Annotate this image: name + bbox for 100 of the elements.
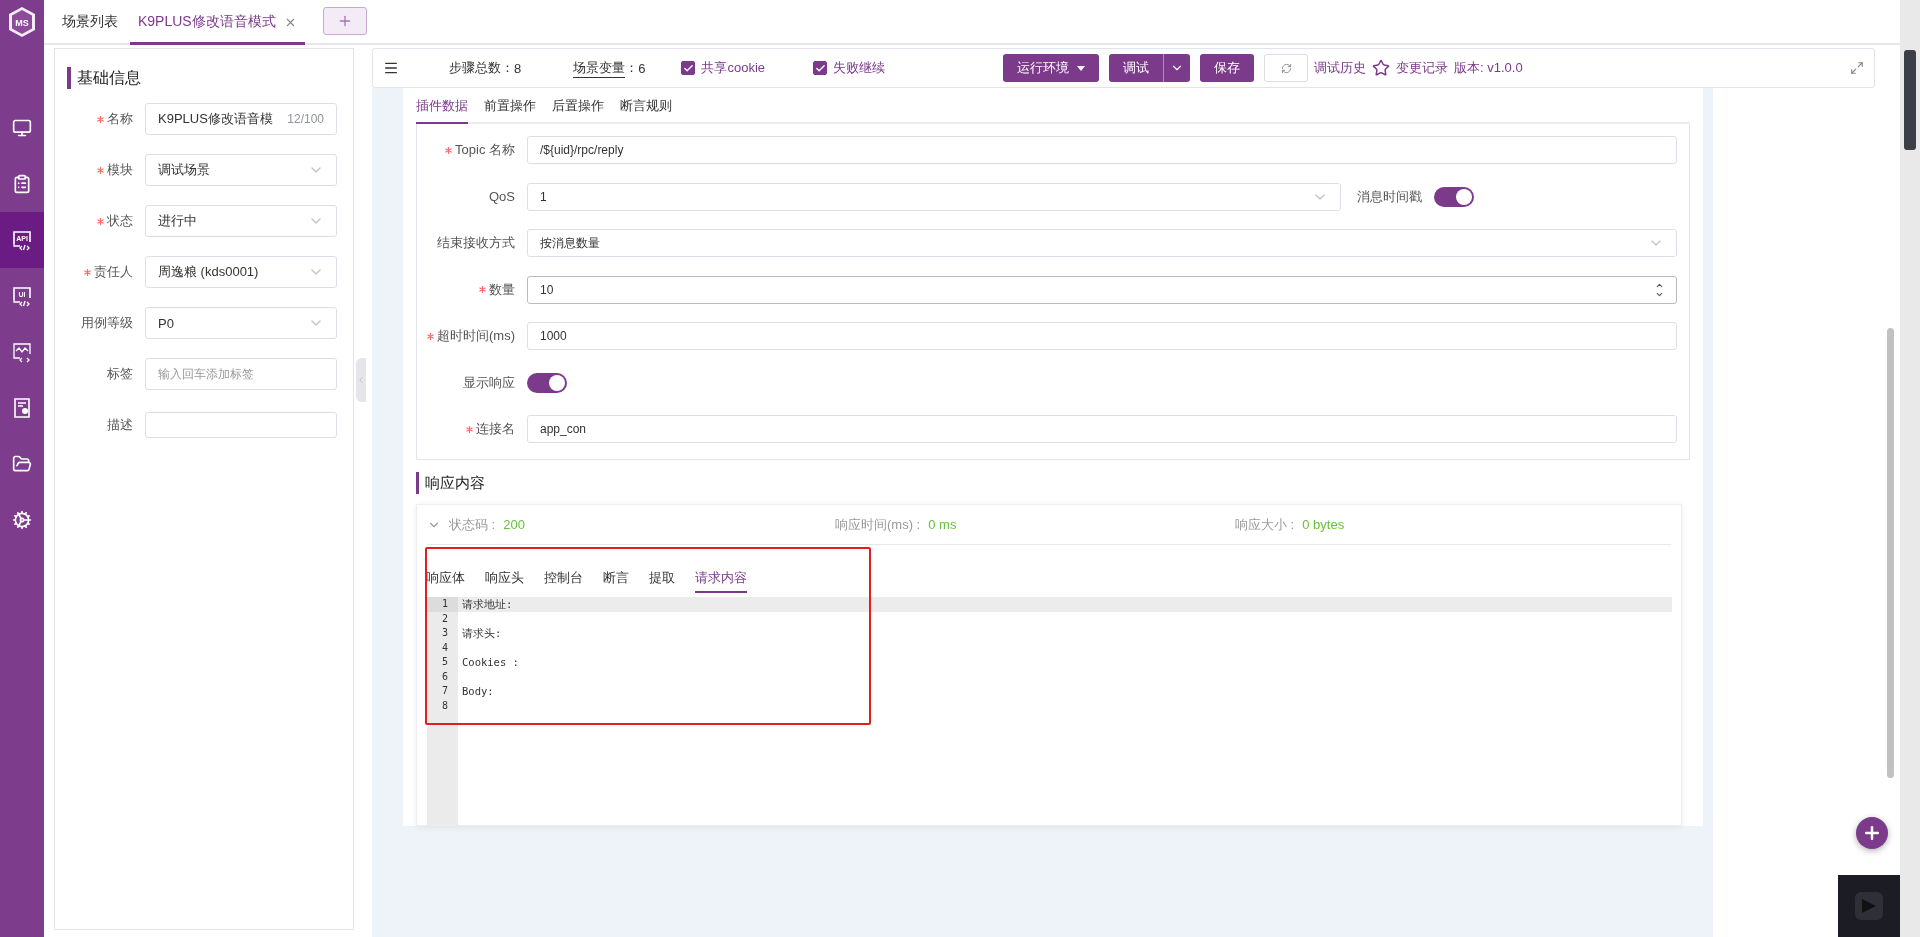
changelog-link[interactable]: 变更记录 [1396,59,1449,77]
select-field[interactable]: 1 [527,182,1341,211]
option-checkbox[interactable]: 共享cookie [681,59,766,77]
field-label: 结束接收方式 [437,234,515,252]
variables-count: 6 [638,60,646,76]
input-field[interactable]: 1000 [527,322,1677,350]
number-field[interactable]: 10 [527,275,1677,304]
line-number: 2 [440,611,449,626]
select-field[interactable]: P0 [145,307,337,339]
response-tab[interactable]: 请求内容 [695,569,747,593]
plugin-tab[interactable]: 后置操作 [552,97,604,124]
response-tab[interactable]: 响应体 [426,569,465,593]
field-label: 名称 [107,110,133,128]
environment-button[interactable]: 运行环境 [1003,54,1100,82]
field-label: 标签 [107,365,133,383]
check-icon [682,62,694,74]
logo-icon: MS [7,6,37,38]
select-field[interactable]: 调试场景 [145,154,337,186]
page-tab[interactable]: K9PLUS修改语音模式 [130,2,305,45]
select-field[interactable]: 按消息数量 [527,229,1677,257]
toggle-switch[interactable] [1434,186,1474,207]
field-label: 消息时间戳 [1357,187,1422,206]
settings-icon[interactable] [12,510,32,530]
select-field[interactable]: 周逸粮 (kds0001) [145,256,337,288]
variables-separator: ： [625,59,639,77]
toggle-switch[interactable] [527,372,567,393]
folder-icon[interactable] [12,454,32,474]
field-label: 状态 [107,212,133,230]
page-tab[interactable]: 场景列表 [54,2,126,45]
line-number: 6 [440,669,449,684]
history-link[interactable]: 调试历史 [1314,59,1367,77]
section-title: 基础信息 [67,67,353,89]
field-label: QoS [489,189,515,204]
version-text: 版本: v1.0.0 [1454,59,1523,77]
required-icon [445,146,453,154]
line-number: 4 [440,640,449,655]
status-label: 响应大小 : [1235,515,1295,534]
input-field[interactable]: K9PLUS修改语音模 12/100 [145,103,337,135]
field-label: 显示响应 [463,373,515,392]
response-tab[interactable]: 断言 [603,569,629,593]
field-label: Topic 名称 [455,141,515,159]
status-value: 200 [503,517,525,532]
monitor-icon[interactable] [12,118,32,138]
report-icon[interactable] [11,397,33,419]
plugin-tab[interactable]: 前置操作 [484,97,536,124]
line-number: 3 [440,626,449,640]
field-label: 连接名 [476,420,515,438]
line-number: 1 [427,597,458,612]
section-title: 响应内容 [416,472,1690,494]
clipboard-icon[interactable] [12,174,32,194]
field-label: 超时时间(ms) [437,327,515,345]
refresh-icon [1280,62,1292,74]
save-button[interactable]: 保存 [1200,54,1255,82]
line-number: 5 [440,655,449,669]
status-label: 响应时间(ms) : [835,515,921,534]
code-line: 请求头: [461,626,503,641]
input-field[interactable]: /${uid}/rpc/reply [527,136,1677,164]
add-button[interactable] [1856,817,1888,849]
response-tab[interactable]: 提取 [649,569,675,593]
steps-label: 步骤总数： [449,59,514,77]
status-label: 状态码 : [449,515,496,534]
field-label: 数量 [489,280,515,299]
required-icon [97,217,104,225]
required-icon [427,332,434,340]
line-number: 7 [440,684,449,698]
scrollbar-thumb[interactable] [1904,50,1916,150]
caret-icon [1077,65,1086,71]
plugin-tab[interactable]: 插件数据 [416,97,468,124]
field-label: 描述 [107,416,133,434]
status-value: 0 bytes [1302,517,1345,532]
status-value: 0 ms [928,517,957,532]
select-field[interactable]: 进行中 [145,205,337,237]
expand-icon[interactable] [1850,61,1864,75]
scrollbar-thumb[interactable] [1887,328,1894,778]
char-counter: 12/100 [287,112,324,126]
option-checkbox[interactable]: 失败继续 [813,59,886,77]
play-icon [1855,892,1883,920]
chart-code-icon[interactable] [11,341,33,363]
plus-icon [1862,823,1882,843]
code-line: Cookies : [461,655,520,670]
required-icon [84,268,91,276]
field-label: 模块 [107,161,133,179]
menu-icon[interactable] [383,60,399,76]
required-icon [97,115,104,123]
required-icon [479,286,486,293]
code-line: Body: [461,684,495,699]
required-icon [466,425,473,433]
variables-link[interactable]: 场景变量 [573,58,626,78]
star-icon[interactable] [1372,59,1391,77]
plugin-tab[interactable]: 断言规则 [620,97,672,124]
response-tab[interactable]: 控制台 [544,569,583,593]
line-number: 8 [440,698,449,713]
check-icon [814,62,826,74]
input-field[interactable]: app_con [527,415,1677,443]
description-field[interactable] [145,412,337,438]
required-icon [97,166,104,174]
field-label: 用例等级 [81,314,133,332]
response-tab[interactable]: 响应头 [485,569,524,593]
steps-count: 8 [514,60,522,76]
collapse-handle[interactable] [356,358,366,402]
